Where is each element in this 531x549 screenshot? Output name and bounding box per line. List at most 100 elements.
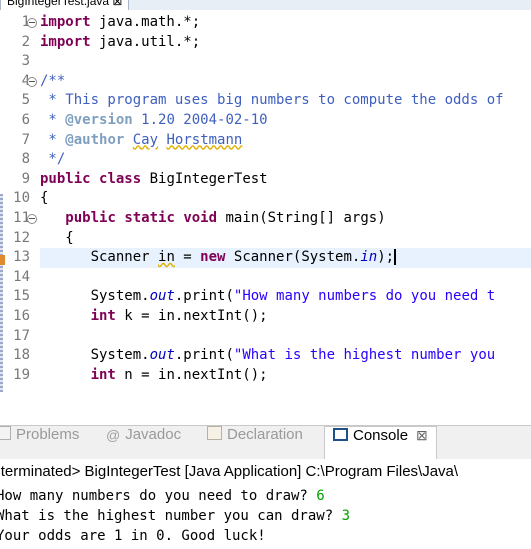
tab-javadoc[interactable]: @ Javadoc [106,426,181,459]
code-text-run [91,171,99,187]
line-number: 13 [13,249,30,266]
code-line-comment: * @version 1.20 2004-02-10 [40,111,268,131]
line-number: 12 [13,229,30,246]
tab-declaration[interactable]: Declaration [207,426,303,459]
keyword: import [40,14,91,30]
code-line-comment: /** [40,72,66,89]
console-output-line: Your odds are 1 in 0. Good luck! [0,528,266,544]
declaration-icon [207,426,222,440]
tab-label: Declaration [227,426,303,443]
line-number: 10 [13,190,30,207]
code-text-run: java.util.*; [90,33,201,50]
code-text-run [40,210,65,226]
console-prompt: How many numbers do you need to draw? [0,488,317,504]
line-number: 7 [21,131,30,148]
code-text-run: = [174,249,201,266]
console-header: <terminated> BigIntegerTest [Java Applic… [0,463,459,480]
code-line: { [40,190,49,207]
code-line-current: Scanner in = new Scanner(System.in); [40,248,531,268]
at-sign-icon: @ [106,427,121,443]
keyword: class [99,170,142,187]
javadoc-tag: @author [65,131,125,148]
comment-run: 1.20 2004-02-10 [132,112,268,128]
code-line: System.out.print("What is the highest nu… [40,346,496,366]
static-field: out [149,288,175,305]
code-text-run: java.math.*; [90,14,201,30]
javadoc-tag: @version [65,112,133,128]
code-text-run: System. [40,347,150,364]
line-number: 9 [21,170,30,187]
close-icon[interactable]: ⊠ [416,427,428,443]
code-text-run: k = in.nextInt(); [115,308,268,324]
comment-run: * [40,131,66,148]
spelling-warning[interactable]: Cay [133,132,158,148]
string-literal: "What is the highest number you [233,347,496,364]
code-line: public class BigIntegerTest [40,170,268,190]
line-number: 14 [13,268,30,285]
console-output-line: How many numbers do you need to draw? 6 [0,488,325,504]
code-text-run [40,367,91,383]
string-literal: "How many numbers do you need t [233,288,496,305]
keyword: public [40,170,91,187]
code-line: public static void main(String[] args) [40,209,386,229]
keyword: public [65,210,116,226]
code-line-comment: * @author Cay Horstmann [40,131,242,151]
line-number: 11 [13,210,30,226]
scroll-left-arrow-icon[interactable]: < [42,388,50,392]
code-line: import java.util.*; [40,33,200,53]
code-line-comment: * This program uses big numbers to compu… [40,92,504,109]
tab-label: Javadoc [125,426,182,443]
line-number: 6 [21,112,30,128]
line-number: 17 [13,327,30,344]
code-text-run: Scanner(System. [225,249,361,266]
line-number: 2 [21,33,30,50]
resource-leak-warning[interactable]: in [158,249,175,265]
code-text-run: main(String[] args) [217,210,386,226]
console-output-line: What is the highest number you can draw?… [0,508,350,524]
code-line: System.out.print("How many numbers do yo… [40,287,496,307]
code-text-run: Scanner [40,249,159,266]
code-line: import java.math.*; [40,13,200,33]
tab-console[interactable]: Console ⊠ [324,426,437,460]
code-line-comment: */ [40,151,66,168]
line-number: 18 [13,347,30,364]
keyword: void [183,210,218,226]
fold-collapse-icon[interactable] [27,214,37,224]
fold-collapse-icon[interactable] [27,18,37,28]
view-tab-bar: Problems @ Javadoc Declaration Console ⊠ [0,425,531,460]
line-number: 5 [21,92,30,109]
line-number: 8 [21,151,30,168]
console-input: 6 [316,488,325,504]
code-editor[interactable]: 1 2 3 4 5 6 7 8 9 10 11 12 13 14 15 16 1… [0,10,531,392]
code-text-run: .print( [174,347,234,364]
line-number: 15 [13,288,30,305]
code-line: int k = in.nextInt(); [40,307,268,327]
keyword: static [124,210,175,226]
editor-tab-strip: BigIntegerTest.java ⊠ [0,0,531,10]
console-icon [333,428,348,441]
console-prompt: What is the highest number you can draw? [0,508,342,524]
line-number: 3 [21,53,30,70]
console-view[interactable]: <terminated> BigIntegerTest [Java Applic… [0,459,531,549]
comment-run: * [40,112,66,128]
code-line: int n = in.nextInt(); [40,366,268,386]
tab-problems[interactable]: Problems [0,426,79,459]
problems-icon [0,426,11,440]
line-number: 4 [21,72,30,89]
code-line: { [40,229,74,246]
code-text-run [40,308,91,324]
code-text-run: BigIntegerTest [141,170,268,187]
spelling-warning[interactable]: Horstmann [166,132,242,148]
line-number: 1 [21,14,30,30]
console-prompt: Your odds are 1 in 0. Good luck! [0,528,266,544]
comment-run [124,132,132,148]
keyword: new [200,249,226,266]
editor-tab-bigintegertest[interactable]: BigIntegerTest.java ⊠ [0,0,130,10]
tab-label: Console [353,427,409,444]
text-cursor [394,249,397,266]
line-number-gutter: 1 2 3 4 5 6 7 8 9 10 11 12 13 14 15 16 1… [0,10,37,392]
fold-collapse-icon[interactable] [27,77,37,87]
keyword: import [40,33,91,50]
static-field: in [360,249,378,266]
tab-label: Problems [16,426,80,443]
